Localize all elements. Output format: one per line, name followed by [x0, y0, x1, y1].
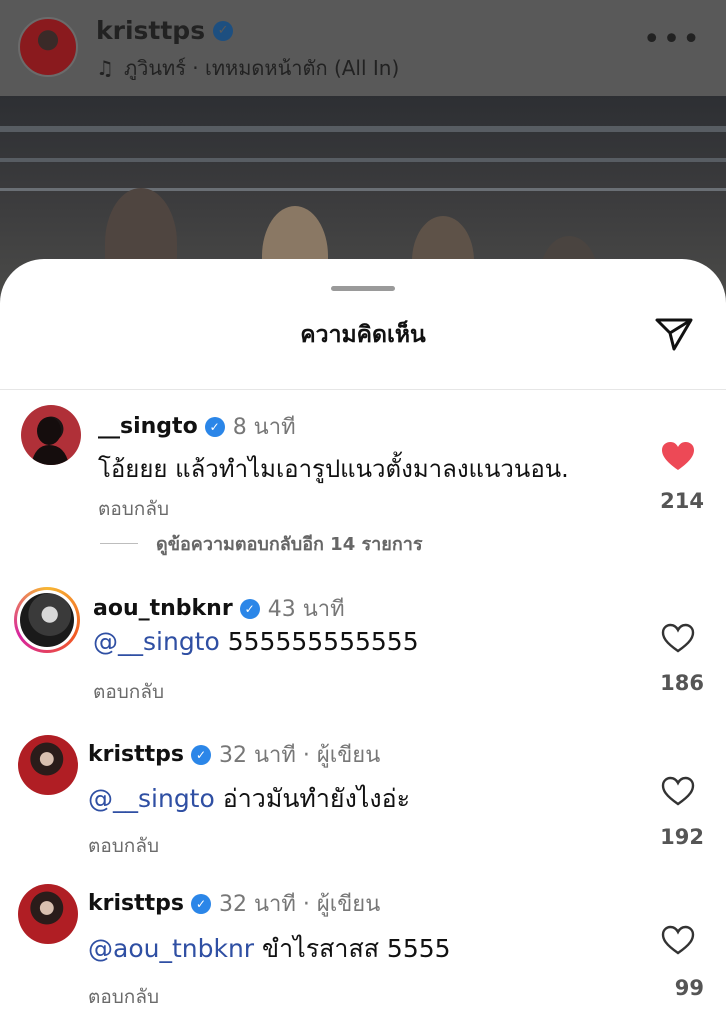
sheet-drag-handle[interactable] [331, 286, 395, 291]
like-heart-icon[interactable] [660, 440, 696, 472]
comment-username[interactable]: aou_tnbknr [93, 596, 233, 621]
comment-username[interactable]: kristtps [88, 891, 184, 916]
post-author[interactable]: kristtps ✓ [96, 16, 234, 45]
comment-timestamp: 32 นาที · ผู้เขียน [219, 892, 381, 917]
sheet-title: ความคิดเห็น [300, 322, 426, 348]
mention-link[interactable]: @__singto [88, 784, 215, 813]
view-replies-button[interactable]: ดูข้อความตอบกลับอีก 14 รายการ [100, 529, 423, 558]
mention-link[interactable]: @aou_tnbknr [88, 934, 254, 963]
mention-link[interactable]: @__singto [93, 627, 220, 656]
reply-button[interactable]: ตอบกลับ [93, 677, 164, 707]
like-count: 99 [674, 976, 704, 1000]
post-author-username[interactable]: kristtps [96, 16, 205, 45]
avatar[interactable] [18, 735, 78, 795]
stage-truss [0, 188, 726, 191]
music-note-icon: ♫ [96, 56, 114, 80]
reply-button[interactable]: ตอบกลับ [98, 494, 169, 524]
post-header: kristtps ✓ ♫ ภูวินทร์ · เทหมดหน้าตัก (Al… [0, 0, 726, 96]
comment-username[interactable]: __singto [98, 414, 198, 439]
share-send-icon[interactable] [652, 311, 696, 355]
comment-body: อ่าวมันทำยังไงอ่ะ [222, 784, 411, 813]
reply-button[interactable]: ตอบกลับ [88, 831, 159, 861]
comment-body: 555555555555 [227, 627, 419, 656]
like-heart-icon[interactable] [660, 924, 696, 956]
view-replies-label[interactable]: ดูข้อความตอบกลับอีก 14 รายการ [156, 529, 423, 558]
post-author-avatar[interactable] [18, 17, 78, 77]
verified-badge-icon: ✓ [239, 598, 260, 619]
divider [0, 389, 726, 390]
verified-badge-icon: ✓ [191, 893, 211, 914]
comment-text: @aou_tnbknr ขำไรสาสส 5555 [88, 929, 451, 969]
comment-username[interactable]: kristtps [88, 742, 184, 767]
comment-timestamp: 8 นาที [232, 415, 296, 440]
avatar [20, 593, 74, 647]
reply-button[interactable]: ตอบกลับ [88, 982, 159, 1012]
like-heart-icon[interactable] [660, 775, 696, 807]
post-music-label[interactable]: ภูวินทร์ · เทหมดหน้าตัก (All In) [124, 52, 399, 84]
avatar-silhouette-icon [31, 417, 69, 465]
verified-badge-icon: ✓ [191, 744, 211, 765]
avatar[interactable] [18, 884, 78, 944]
replies-divider-line [100, 543, 138, 544]
comment-header: kristtps ✓ 32 นาที · ผู้เขียน [88, 886, 380, 921]
comment-timestamp: 32 นาที · ผู้เขียน [219, 743, 381, 768]
comment-header: kristtps ✓ 32 นาที · ผู้เขียน [88, 737, 380, 772]
comments-sheet: ความคิดเห็น __singto ✓ 8 นาที โอ้ยยย แล้… [0, 259, 726, 1024]
avatar-story-ring[interactable] [14, 587, 80, 653]
comment-text: โอ้ยยย แล้วทำไมเอารูปแนวตั้งมาลงแนวนอน. [98, 455, 569, 483]
post-music[interactable]: ♫ ภูวินทร์ · เทหมดหน้าตัก (All In) [96, 52, 399, 84]
like-heart-icon[interactable] [660, 622, 696, 654]
comment-body: ขำไรสาสส 5555 [262, 934, 451, 963]
like-count: 192 [660, 825, 704, 849]
more-options-icon[interactable]: ••• [643, 25, 702, 55]
stage-truss [0, 158, 726, 162]
verified-badge-icon: ✓ [213, 20, 234, 41]
avatar[interactable] [21, 405, 81, 465]
comment-text: @__singto อ่าวมันทำยังไงอ่ะ [88, 779, 410, 819]
like-count: 214 [660, 489, 704, 513]
comment-header: aou_tnbknr ✓ 43 นาที [93, 591, 345, 626]
verified-badge-icon: ✓ [204, 416, 225, 437]
like-count: 186 [660, 671, 704, 695]
comment-timestamp: 43 นาที [267, 597, 345, 622]
comment-header: __singto ✓ 8 นาที [98, 409, 296, 444]
stage-truss [0, 126, 726, 132]
comment-text: @__singto 555555555555 [93, 627, 419, 656]
